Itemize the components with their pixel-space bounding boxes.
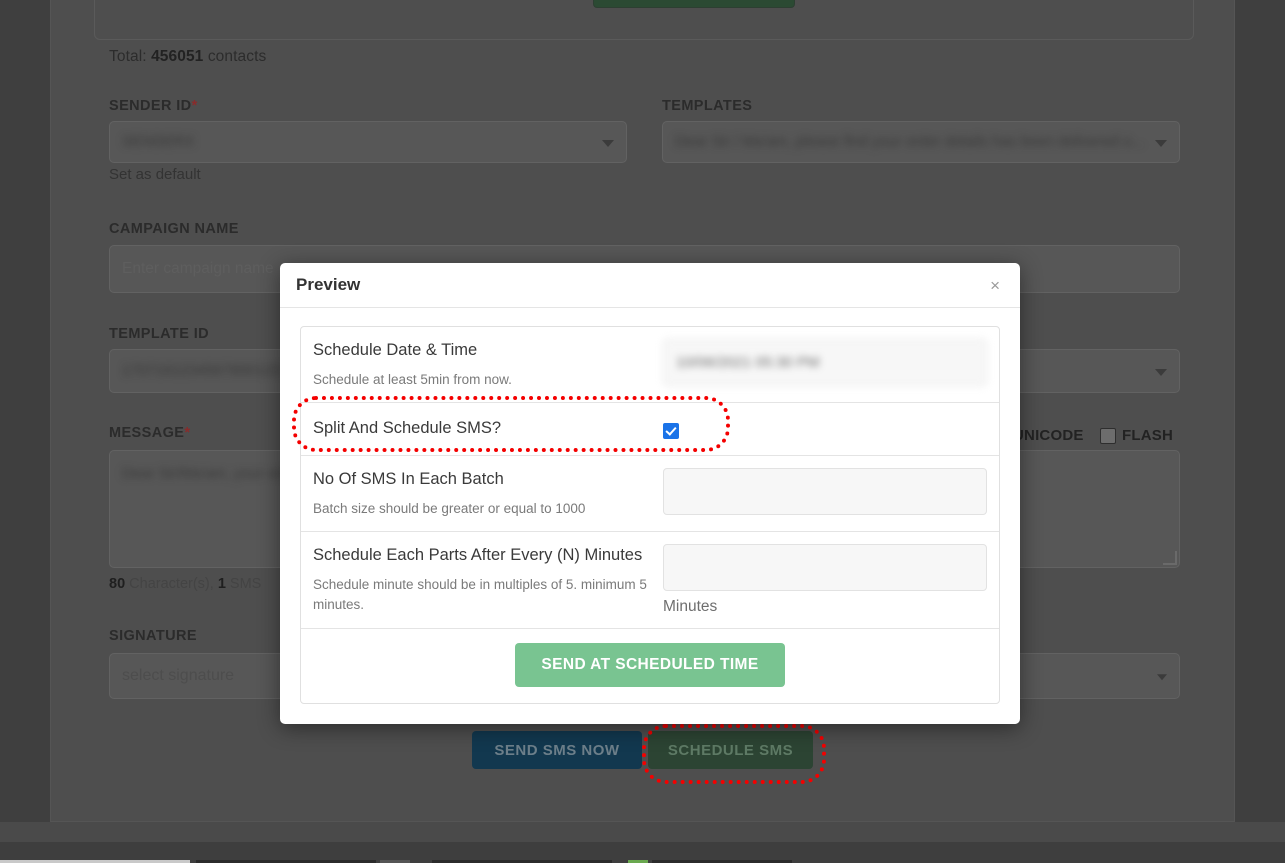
templates-value: Dear Sir / Ma'am, please find your order… [675,133,1144,150]
message-label-text: MESSAGE [109,425,185,441]
row-schedule-date-time-hint: Schedule at least 5min from now. [313,371,512,387]
flash-checkbox-row[interactable]: FLASH [1100,427,1173,444]
row-interval-minutes-labels: Schedule Each Parts After Every (N) Minu… [313,544,663,615]
row-split-and-schedule-title: Split And Schedule SMS? [313,419,502,438]
os-taskbar [0,842,1285,863]
modal-header: Preview × [280,263,1020,308]
row-split-and-schedule-labels: Split And Schedule SMS? [313,417,663,441]
row-split-and-schedule: Split And Schedule SMS? [301,403,999,457]
signature-placeholder: select signature [122,667,235,684]
interval-minutes-unit: Minutes [663,598,718,616]
row-schedule-date-time: Schedule Date & Time Schedule at least 5… [301,327,999,404]
chevron-down-icon [1157,674,1167,681]
total-contacts-value: 456051 [151,48,204,65]
sms-count-number: 1 [217,576,226,592]
signature-label: SIGNATURE [109,628,197,644]
char-count-label: Character(s), [129,576,214,592]
schedule-sms-button[interactable]: SCHEDULE SMS [648,731,813,769]
modal-footer: SEND AT SCHEDULED TIME [301,629,999,703]
total-contacts-prefix: Total: [109,48,147,65]
resize-handle-icon[interactable] [1163,551,1177,565]
chevron-down-icon [602,140,614,147]
message-label: MESSAGE* [109,425,190,441]
sender-id-select[interactable]: SENDERX [109,121,627,163]
preview-modal: Preview × Schedule Date & Time Schedule … [280,263,1020,725]
template-id-label: TEMPLATE ID [109,326,209,342]
close-icon[interactable]: × [986,275,1004,296]
schedule-settings-panel: Schedule Date & Time Schedule at least 5… [300,326,1000,705]
row-schedule-date-time-title: Schedule Date & Time [313,341,478,359]
chevron-down-icon [1155,140,1167,147]
character-counter: 80 Character(s), 1 SMS [109,576,261,592]
interval-minutes-input[interactable] [663,544,987,592]
row-interval-minutes: Schedule Each Parts After Every (N) Minu… [301,532,999,630]
message-required-marker: * [184,425,191,441]
row-interval-minutes-control: Minutes [663,544,987,616]
row-batch-size-hint: Batch size should be greater or equal to… [313,501,586,517]
campaign-name-label: CAMPAIGN NAME [109,221,239,237]
row-batch-size-labels: No Of SMS In Each Batch Batch size shoul… [313,468,663,519]
row-batch-size-control [663,468,987,516]
chevron-down-icon [1155,369,1167,376]
sender-id-label: SENDER ID* [109,98,198,114]
char-count-number: 80 [109,576,126,592]
sender-id-label-text: SENDER ID [109,98,192,114]
row-interval-minutes-title: Schedule Each Parts After Every (N) Minu… [313,546,643,565]
flash-label: FLASH [1122,427,1173,444]
schedule-date-time-input[interactable] [663,339,987,386]
set-as-default-link[interactable]: Set as default [109,166,201,183]
modal-title: Preview [296,275,361,294]
campaign-name-placeholder: Enter campaign name [122,260,274,277]
row-batch-size-title: No Of SMS In Each Batch [313,470,504,489]
page-root: Total: 456051 contacts SENDER ID* SENDER… [0,0,1285,863]
row-split-and-schedule-control [663,419,987,440]
split-and-schedule-checkbox[interactable] [663,423,679,440]
send-at-scheduled-time-button[interactable]: SEND AT SCHEDULED TIME [515,643,785,688]
flash-checkbox[interactable] [1100,427,1116,444]
templates-label: TEMPLATES [662,98,753,114]
top-green-action-button[interactable] [593,0,795,8]
sender-id-value: SENDERX [122,133,195,150]
row-schedule-date-time-control [663,339,987,386]
templates-select[interactable]: Dear Sir / Ma'am, please find your order… [662,121,1180,163]
right-gutter [1235,0,1285,842]
sender-id-required-marker: * [191,98,198,114]
send-sms-now-button[interactable]: SEND SMS NOW [472,731,642,769]
batch-size-input[interactable] [663,468,987,516]
row-interval-minutes-hint: Schedule minute should be in multiples o… [313,577,647,613]
total-contacts-summary: Total: 456051 contacts [109,48,266,66]
total-contacts-suffix: contacts [207,48,267,65]
left-gutter [0,0,50,842]
unicode-label: UNICODE [1013,427,1084,444]
row-schedule-date-time-labels: Schedule Date & Time Schedule at least 5… [313,339,663,390]
page-bottom-strip [0,822,1285,842]
sms-count-label: SMS [229,576,262,592]
row-batch-size: No Of SMS In Each Batch Batch size shoul… [301,456,999,533]
modal-body: Schedule Date & Time Schedule at least 5… [280,308,1020,724]
